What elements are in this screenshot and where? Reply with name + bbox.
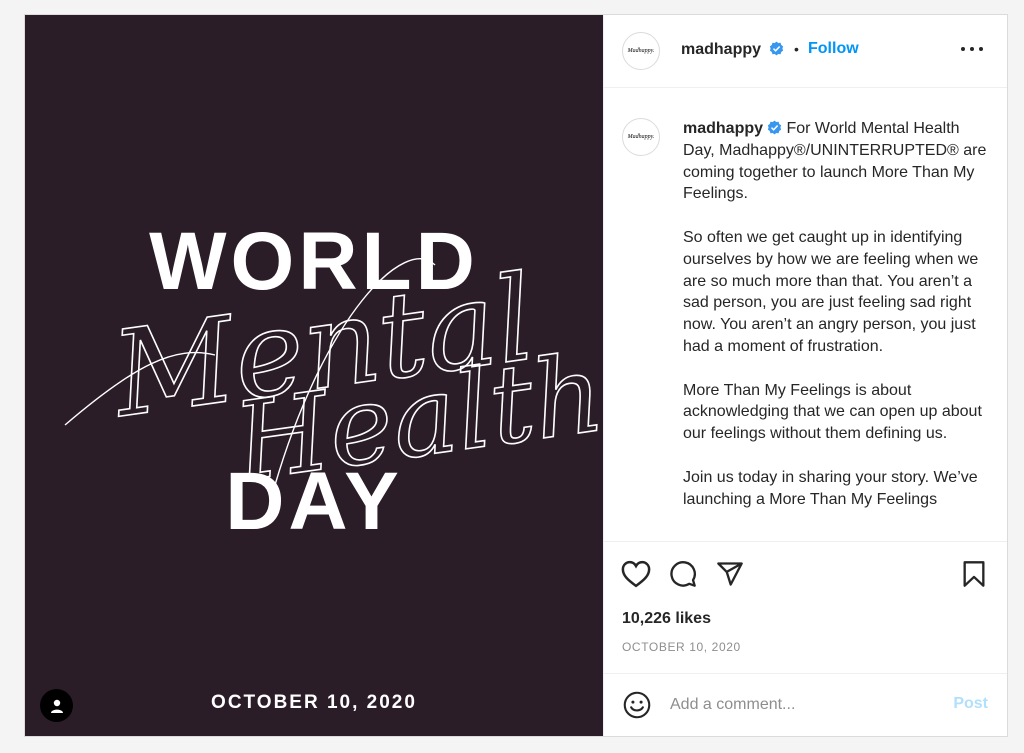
action-bar: 10,226 likes OCTOBER 10, 2020 bbox=[604, 541, 1007, 661]
header-separator: • bbox=[794, 41, 799, 57]
verified-badge-icon bbox=[770, 41, 784, 56]
caption-paragraph: So often we get caught up in identifying… bbox=[683, 228, 979, 355]
verified-badge-icon bbox=[767, 120, 782, 135]
comment-bar: Post bbox=[604, 673, 1007, 736]
bookmark-icon[interactable] bbox=[961, 560, 987, 588]
caption-text: madhappy For World Mental Health Day, Ma… bbox=[683, 118, 993, 532]
post-header: Madhappy. madhappy • Follow bbox=[604, 15, 1007, 88]
share-icon[interactable] bbox=[716, 560, 744, 588]
image-date: OCTOBER 10, 2020 bbox=[211, 692, 417, 713]
post-side-panel: Madhappy. madhappy • Follow Madhappy. ma… bbox=[603, 15, 1007, 736]
user-icon bbox=[50, 699, 63, 713]
caption-area[interactable]: Madhappy. madhappy For World Mental Heal… bbox=[604, 88, 1007, 541]
post-comment-button[interactable]: Post bbox=[953, 695, 988, 713]
more-options-icon[interactable] bbox=[961, 39, 983, 59]
script-lettering: Mental Health bbox=[64, 248, 603, 507]
post-date[interactable]: OCTOBER 10, 2020 bbox=[622, 640, 741, 654]
follow-button[interactable]: Follow bbox=[808, 40, 859, 58]
comment-icon[interactable] bbox=[668, 560, 698, 588]
caption-username[interactable]: madhappy bbox=[683, 120, 782, 137]
caption-paragraph: More Than My Feelings is about acknowled… bbox=[683, 381, 982, 443]
caption-avatar[interactable]: Madhappy. bbox=[622, 118, 660, 156]
comment-input[interactable] bbox=[670, 694, 940, 716]
header-username[interactable]: madhappy bbox=[681, 41, 784, 59]
likes-count[interactable]: 10,226 likes bbox=[622, 610, 711, 628]
headline-day: DAY bbox=[225, 456, 403, 547]
post-image[interactable]: WORLD Mental Health DAY OCTOBER 10, 2020 bbox=[25, 15, 603, 736]
avatar-logo-text: Madhappy. bbox=[627, 134, 655, 140]
emoji-icon[interactable] bbox=[623, 691, 651, 719]
avatar-logo-text: Madhappy. bbox=[627, 48, 655, 54]
instagram-post: WORLD Mental Health DAY OCTOBER 10, 2020… bbox=[24, 14, 1008, 737]
heart-icon[interactable] bbox=[621, 560, 651, 588]
avatar[interactable]: Madhappy. bbox=[622, 32, 660, 70]
caption-paragraph: Join us today in sharing your story. We’… bbox=[683, 468, 978, 508]
caption-paragraph: madhappy For World Mental Health Day, Ma… bbox=[683, 120, 987, 203]
tagged-user-button[interactable] bbox=[40, 689, 73, 722]
username-link[interactable]: madhappy bbox=[681, 41, 761, 58]
